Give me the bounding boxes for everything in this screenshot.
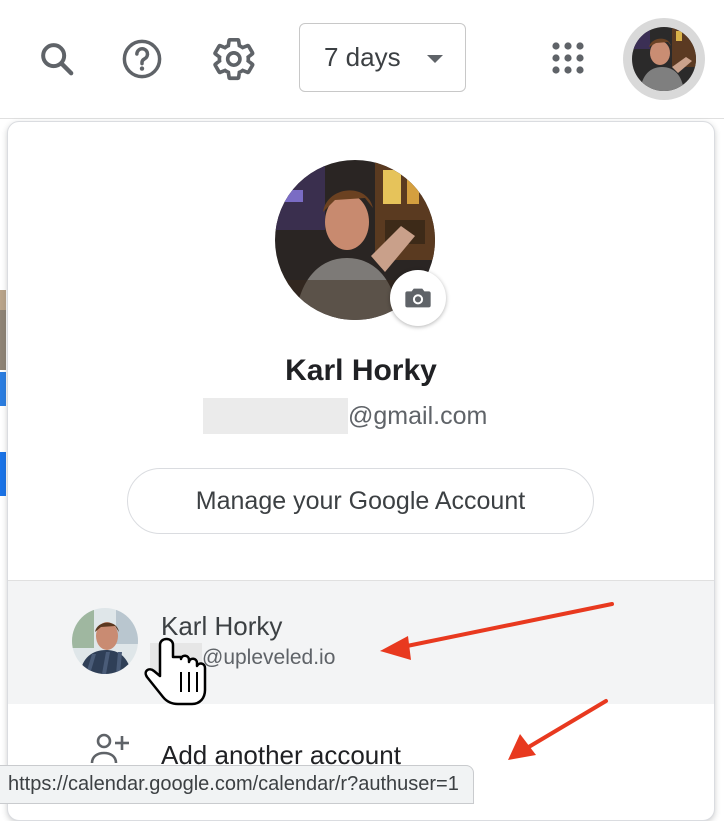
settings-icon[interactable] [210, 35, 258, 83]
background-page-edge [0, 310, 6, 370]
search-icon[interactable] [33, 35, 81, 83]
account-list-item-name: Karl Horky [161, 611, 283, 641]
link-preview-url: https://calendar.google.com/calendar/r?a… [8, 773, 459, 795]
date-range-select[interactable]: 7 days [299, 23, 466, 92]
redacted-email-local-part [203, 398, 348, 434]
background-page-edge [0, 290, 6, 310]
account-email-domain: @gmail.com [348, 401, 488, 430]
account-list-item[interactable]: Karl Horky @upleveled.io [8, 581, 714, 704]
background-page-edge [0, 372, 6, 406]
account-name: Karl Horky [285, 354, 437, 387]
background-page-edge [0, 452, 6, 496]
account-email: @gmail.com [203, 398, 487, 434]
account-avatar-button[interactable] [623, 18, 705, 100]
avatar [632, 27, 696, 91]
chevron-down-icon [427, 55, 443, 63]
apps-grid-icon[interactable] [544, 34, 592, 82]
account-list-item-email: @upleveled.io [150, 643, 335, 673]
change-photo-button[interactable] [390, 270, 446, 326]
top-toolbar: 7 days [0, 0, 724, 119]
redacted-email-local-part [150, 643, 202, 673]
camera-icon [405, 288, 431, 308]
help-icon[interactable] [118, 35, 166, 83]
date-range-value: 7 days [324, 42, 401, 72]
link-preview-statusbar: https://calendar.google.com/calendar/r?a… [0, 765, 474, 804]
avatar [72, 608, 138, 674]
account-list-item-email-domain: @upleveled.io [202, 646, 336, 669]
manage-account-button[interactable]: Manage your Google Account [127, 468, 594, 534]
add-person-icon [90, 733, 129, 764]
account-menu-panel: Karl Horky @gmail.com Manage your Google… [7, 121, 715, 821]
